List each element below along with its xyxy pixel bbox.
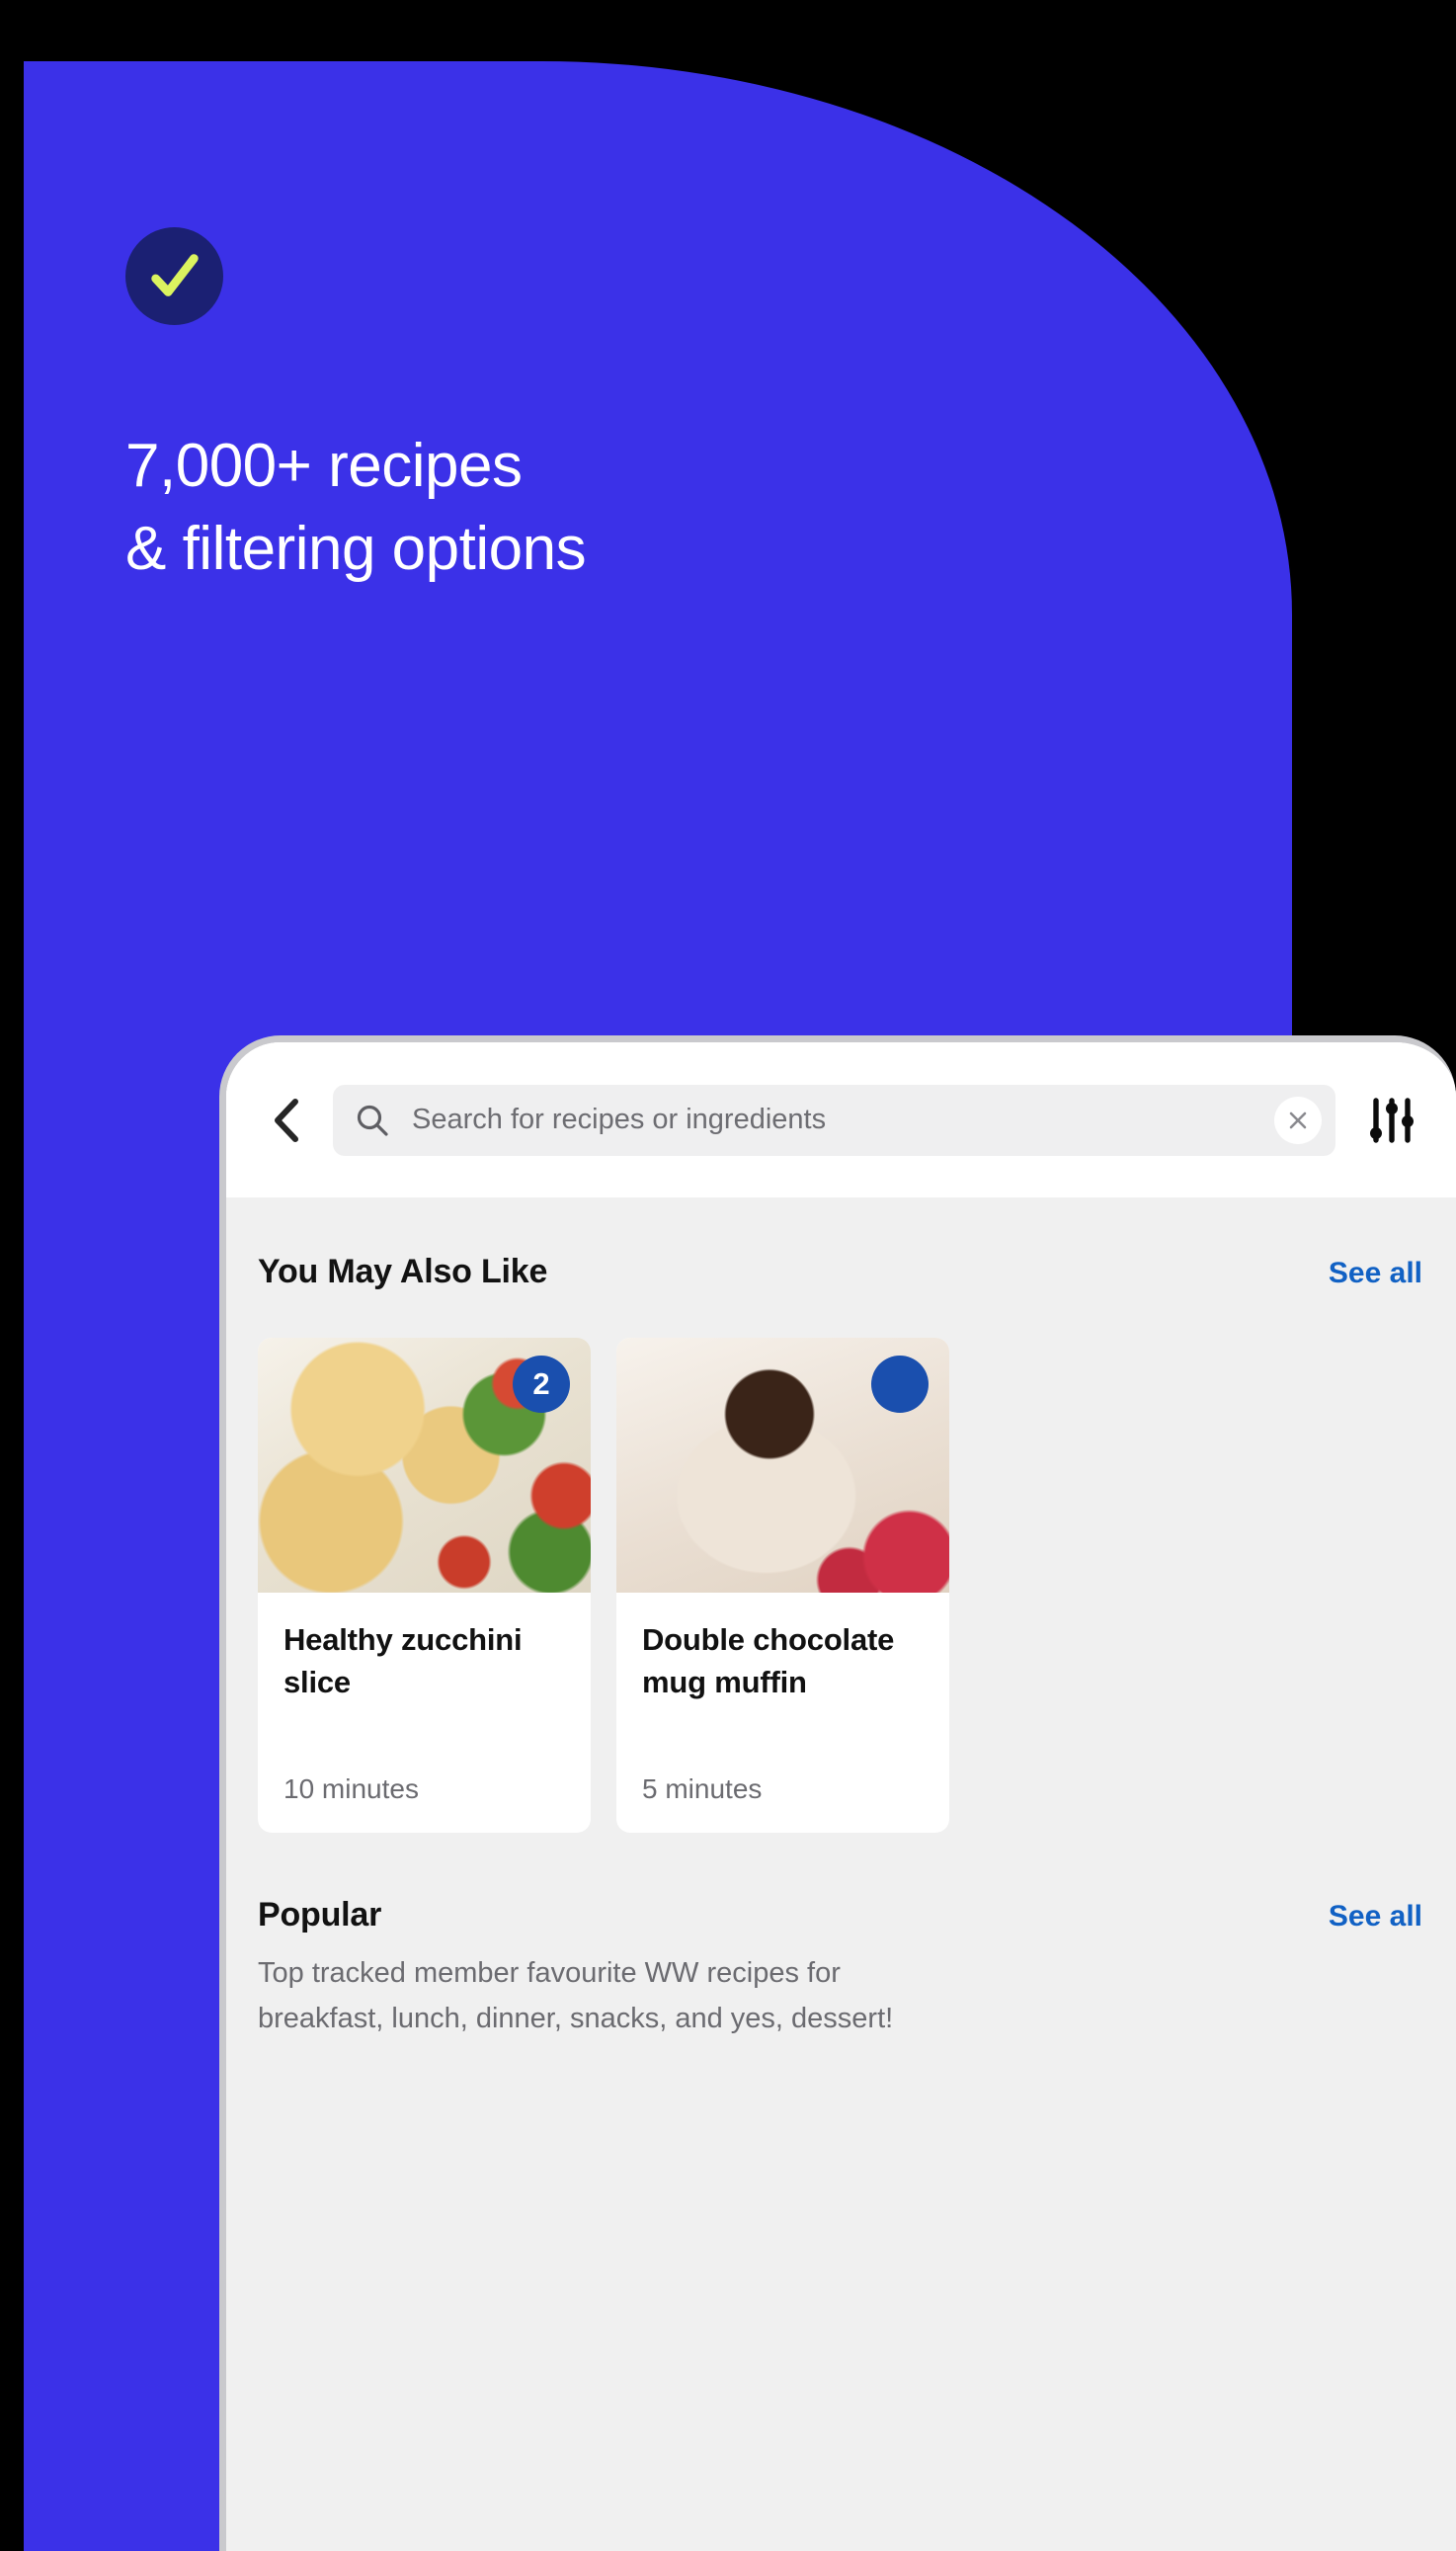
close-icon [1289, 1111, 1307, 1128]
page-title: 7,000+ recipes & filtering options [125, 432, 587, 583]
search-input[interactable]: Search for recipes or ingredients [333, 1084, 1335, 1156]
recipe-feed[interactable]: You May Also Like See all 2 Healthy zucc… [226, 1197, 1456, 2551]
recipe-time: 5 minutes [642, 1773, 763, 1804]
recipe-title: Double chocolate mug muffin [642, 1622, 895, 1699]
see-all-link-popular[interactable]: See all [1329, 1900, 1422, 1934]
recipe-photo: 2 [258, 1338, 591, 1593]
recipe-card[interactable]: Double chocolate mug muffin 5 minutes [616, 1338, 949, 1833]
search-icon [357, 1105, 388, 1136]
recipe-title: Healthy zucchini slice [283, 1622, 523, 1699]
points-badge: 2 [513, 1356, 570, 1413]
phone-screen: Search for recipes or ingredients You Ma… [226, 1042, 1456, 2551]
recipe-card-body: Double chocolate mug muffin 5 minutes [616, 1593, 949, 1833]
section-header-you-may-also-like: You May Also Like See all [226, 1253, 1456, 1291]
see-all-link-you-may-also-like[interactable]: See all [1329, 1257, 1422, 1290]
clear-search-button[interactable] [1274, 1096, 1322, 1144]
check-badge [125, 227, 223, 325]
back-button[interactable] [256, 1090, 317, 1151]
recipe-card[interactable]: 2 Healthy zucchini slice 10 minutes [258, 1338, 591, 1833]
screenshot-root: 7,000+ recipes & filtering options Searc… [0, 0, 1456, 2551]
section-title: Popular [258, 1896, 382, 1934]
chevron-left-icon [275, 1098, 298, 1142]
points-badge [871, 1356, 929, 1413]
recipe-photo [616, 1338, 949, 1593]
section-description: Top tracked member favourite WW recipes … [258, 1957, 894, 2034]
recipe-time: 10 minutes [283, 1773, 419, 1804]
section-title: You May Also Like [258, 1253, 548, 1290]
phone-mockup: Search for recipes or ingredients You Ma… [219, 1035, 1456, 2551]
sliders-icon [1370, 1097, 1414, 1143]
search-placeholder-text: Search for recipes or ingredients [412, 1104, 827, 1135]
recipe-card-body: Healthy zucchini slice 10 minutes [258, 1593, 591, 1833]
check-icon [150, 253, 199, 296]
recipe-card-rail[interactable]: 2 Healthy zucchini slice 10 minutes Doub… [226, 1338, 1456, 1833]
section-header-popular: Popular See all [226, 1896, 1456, 1934]
search-bar-row: Search for recipes or ingredients [226, 1042, 1456, 1197]
filter-button[interactable] [1361, 1090, 1422, 1151]
